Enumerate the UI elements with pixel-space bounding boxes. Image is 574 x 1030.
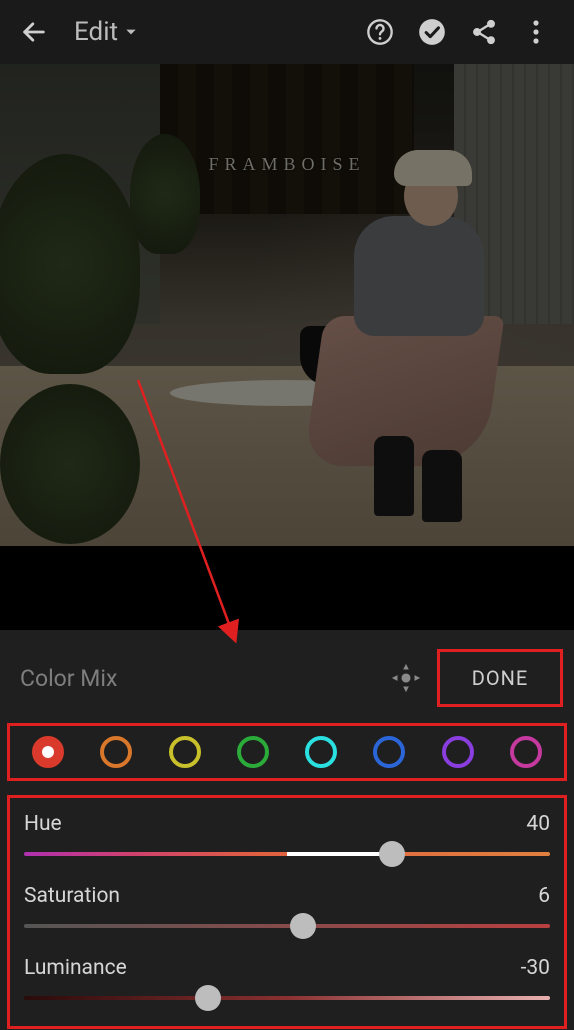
color-mix-panel: Color Mix DONE Hue 40 Saturation 6 [0, 630, 574, 1030]
done-button[interactable]: DONE [440, 652, 560, 704]
apply-icon[interactable] [406, 18, 458, 46]
saturation-track[interactable] [24, 924, 550, 928]
saturation-value: 6 [538, 884, 550, 908]
swatch-red[interactable] [32, 736, 64, 768]
luminance-track[interactable] [24, 996, 550, 1000]
swatch-orange[interactable] [100, 736, 132, 768]
panel-header: Color Mix DONE [0, 644, 574, 722]
hue-label: Hue [24, 812, 62, 836]
sliders-group: Hue 40 Saturation 6 Luminance -30 [6, 794, 568, 1030]
share-icon[interactable] [458, 18, 510, 46]
luminance-label: Luminance [24, 956, 127, 980]
hue-value: 40 [526, 812, 550, 836]
saturation-slider[interactable]: Saturation 6 [24, 884, 550, 928]
swatch-purple[interactable] [442, 736, 474, 768]
gap [0, 546, 574, 630]
hue-slider[interactable]: Hue 40 [24, 812, 550, 856]
luminance-value: -30 [521, 956, 550, 980]
target-adjustment-tool[interactable] [382, 654, 430, 702]
swatch-yellow[interactable] [169, 736, 201, 768]
photo-preview[interactable]: FRAMBOISE [0, 64, 574, 546]
panel-title: Color Mix [20, 665, 117, 692]
luminance-thumb[interactable] [195, 985, 221, 1011]
top-bar: Edit [0, 0, 574, 64]
color-swatch-row [6, 722, 568, 782]
help-icon[interactable] [354, 18, 406, 46]
luminance-slider[interactable]: Luminance -30 [24, 956, 550, 1000]
chevron-down-icon [124, 25, 138, 39]
done-button-label: DONE [472, 666, 529, 690]
back-icon[interactable] [12, 18, 56, 46]
hue-thumb[interactable] [379, 841, 405, 867]
edit-menu[interactable]: Edit [74, 17, 138, 47]
swatch-blue[interactable] [373, 736, 405, 768]
overflow-menu-icon[interactable] [510, 20, 562, 44]
swatch-magenta[interactable] [510, 736, 542, 768]
page-title: Edit [74, 17, 118, 47]
swatch-aqua[interactable] [305, 736, 337, 768]
hue-track[interactable] [24, 852, 550, 856]
saturation-label: Saturation [24, 884, 120, 908]
swatch-green[interactable] [237, 736, 269, 768]
saturation-thumb[interactable] [290, 913, 316, 939]
